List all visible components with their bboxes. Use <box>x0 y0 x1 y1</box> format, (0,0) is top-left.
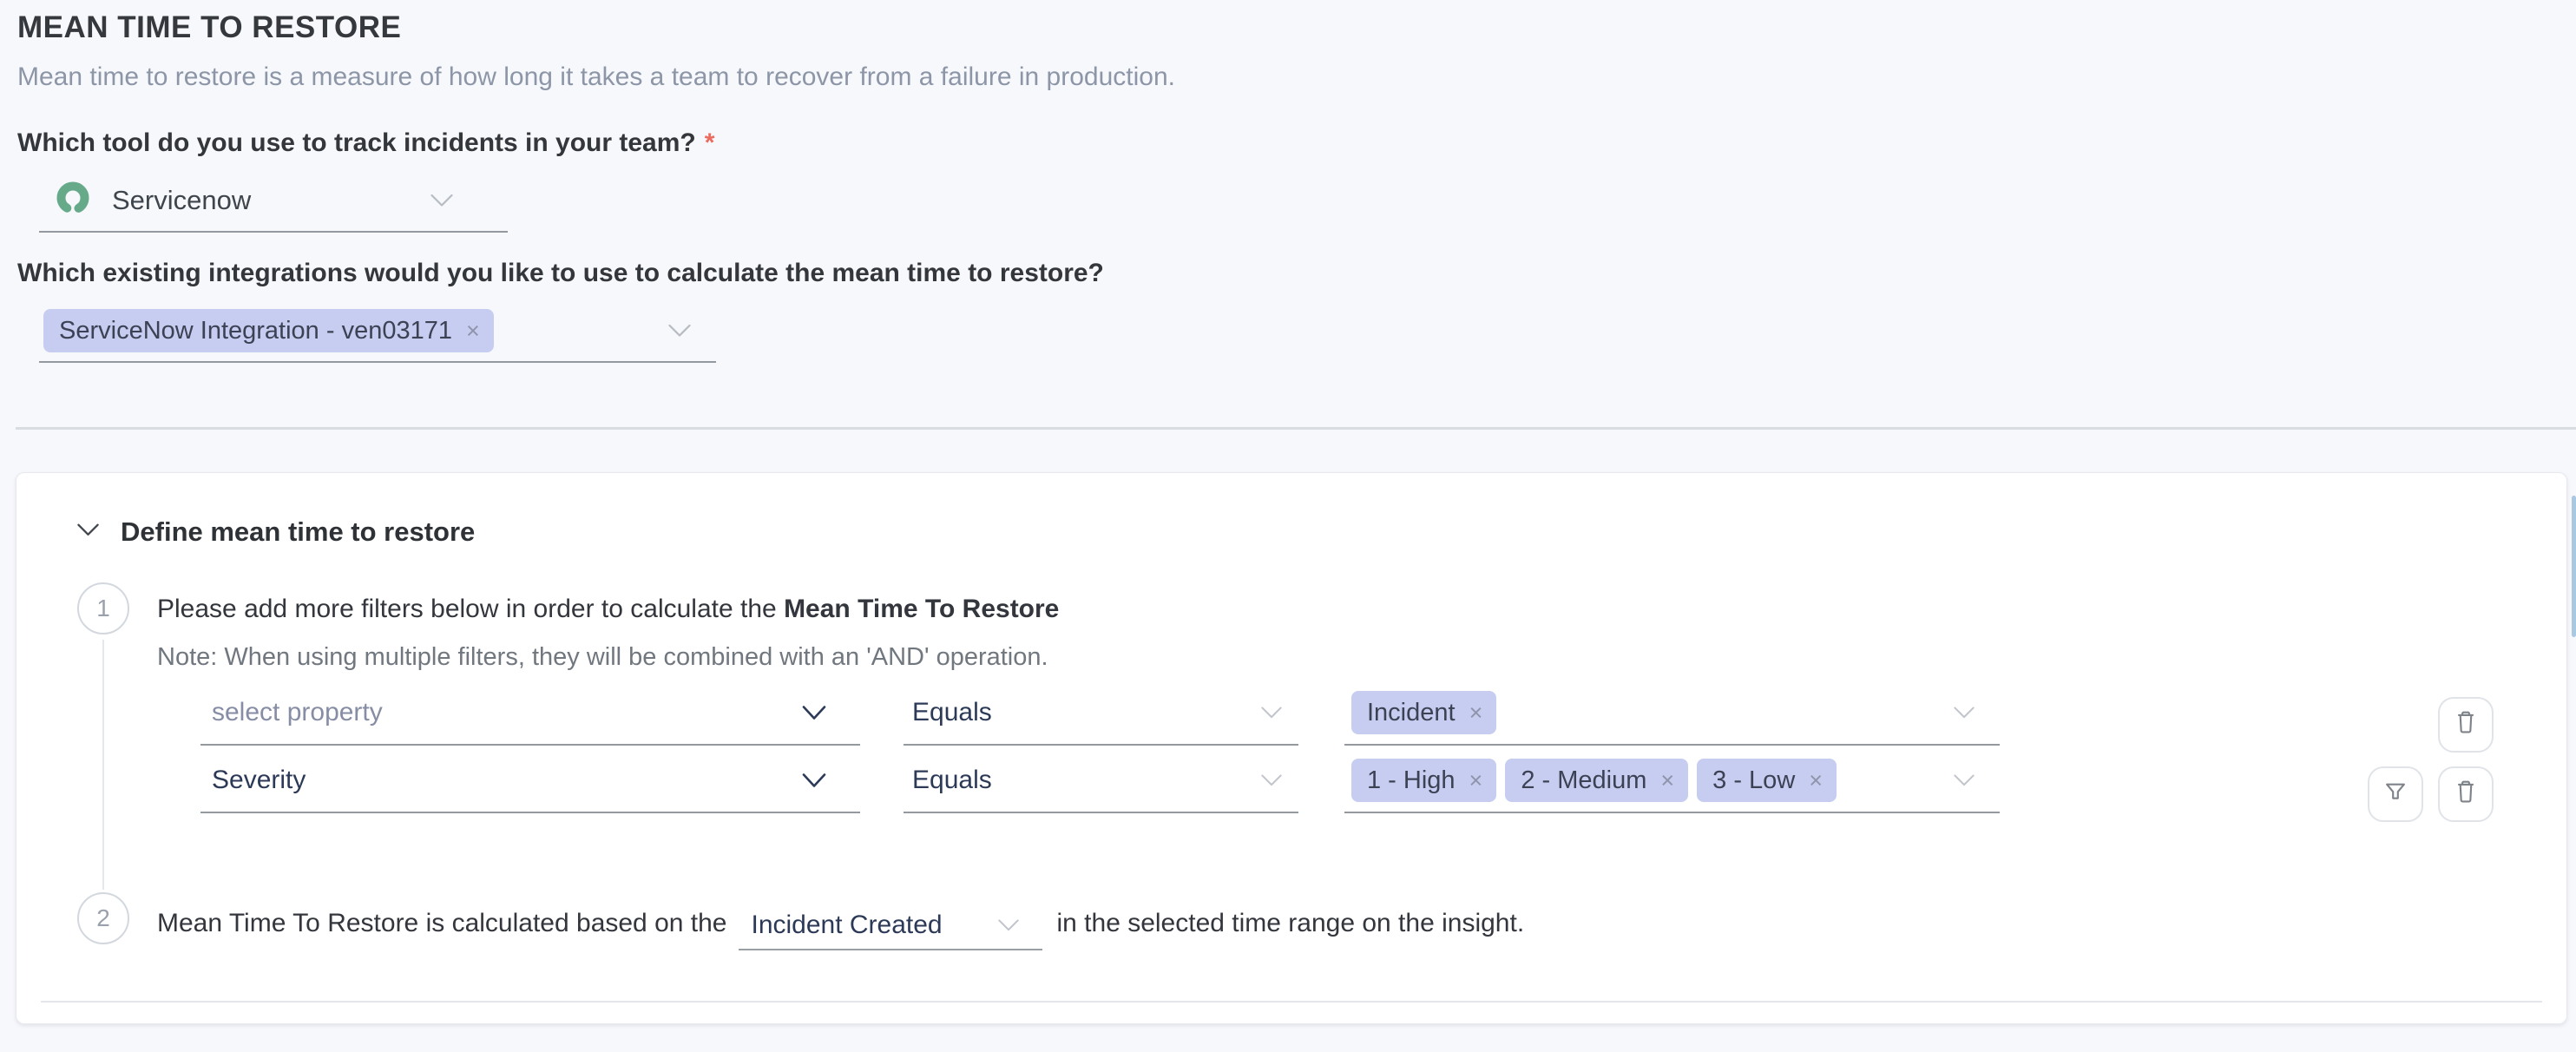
definition-card: Define mean time to restore 1 Please add… <box>16 472 2567 1024</box>
tool-select-value: Servicenow <box>112 185 251 216</box>
mean-time-to-restore-page: MEAN TIME TO RESTORE Mean time to restor… <box>0 0 2576 1052</box>
operator-select-value: Equals <box>912 698 992 727</box>
chip-remove-icon[interactable]: × <box>1469 701 1483 725</box>
trash-icon <box>2452 709 2480 741</box>
chip-remove-icon[interactable]: × <box>1469 769 1483 792</box>
servicenow-logo-icon <box>55 181 91 221</box>
value-chip-label: 1 - High <box>1367 766 1456 795</box>
chevron-down-icon <box>76 523 100 542</box>
page-subtitle: Mean time to restore is a measure of how… <box>17 62 1175 92</box>
step-2-row: Mean Time To Restore is calculated based… <box>157 902 1524 950</box>
filters-list: select property Equals Incident × <box>200 681 2000 817</box>
value-chip-label: 3 - Low <box>1712 766 1795 795</box>
step-2-badge: 2 <box>77 892 129 944</box>
trash-icon <box>2452 779 2480 811</box>
step-1-badge: 1 <box>77 582 129 634</box>
chip-remove-icon[interactable]: × <box>1660 769 1674 792</box>
card-bottom-divider <box>41 1001 2542 1003</box>
step-1-instruction: Please add more filters below in order t… <box>157 595 1059 624</box>
operator-select[interactable]: Equals <box>904 749 1298 813</box>
collapse-toggle[interactable]: Define mean time to restore <box>76 516 475 548</box>
step-1-note: Note: When using multiple filters, they … <box>157 643 1048 672</box>
value-chip: 3 - Low × <box>1697 759 1837 802</box>
funnel-icon <box>2382 779 2409 811</box>
integration-chip-label: ServiceNow Integration - ven03171 <box>59 317 452 345</box>
operator-select-value: Equals <box>912 766 992 795</box>
filter-row: select property Equals Incident × <box>200 681 2000 746</box>
value-chip-label: 2 - Medium <box>1521 766 1646 795</box>
chip-remove-icon[interactable]: × <box>466 319 480 343</box>
filter-values-button[interactable] <box>2368 766 2423 822</box>
integration-chip: ServiceNow Integration - ven03171 × <box>43 309 494 352</box>
chevron-down-icon <box>430 194 454 208</box>
value-chip: Incident × <box>1351 691 1496 734</box>
delete-filter-button[interactable] <box>2438 766 2494 822</box>
panel-title: Define mean time to restore <box>121 516 475 548</box>
property-select-value: Severity <box>212 766 306 795</box>
vertical-scrollbar-thumb[interactable] <box>2572 496 2576 637</box>
value-chip-label: Incident <box>1367 699 1456 727</box>
step-1-instruction-bold: Mean Time To Restore <box>784 595 1059 623</box>
step-2-text-after: in the selected time range on the insigh… <box>1056 902 1524 938</box>
property-select-placeholder: select property <box>212 698 383 727</box>
tool-question-label: Which tool do you use to track incidents… <box>17 128 714 158</box>
step-2-text-before: Mean Time To Restore is calculated based… <box>157 902 726 938</box>
step-connector-line <box>102 640 104 890</box>
value-chip: 1 - High × <box>1351 759 1496 802</box>
tool-select[interactable]: Servicenow <box>39 170 508 233</box>
values-multiselect[interactable]: Incident × <box>1344 681 2000 746</box>
delete-filter-button[interactable] <box>2438 697 2494 753</box>
event-select-value: Incident Created <box>751 911 942 940</box>
value-chip: 2 - Medium × <box>1505 759 1688 802</box>
chevron-down-icon <box>1260 706 1283 720</box>
property-select[interactable]: select property <box>200 681 860 746</box>
chevron-down-icon <box>1953 773 1975 787</box>
chevron-down-icon <box>997 918 1020 932</box>
integrations-question-label: Which existing integrations would you li… <box>17 259 1104 288</box>
filter-row: Severity Equals 1 - High × <box>200 749 2000 813</box>
section-divider <box>16 427 2576 430</box>
chevron-down-icon <box>667 324 692 339</box>
values-multiselect[interactable]: 1 - High × 2 - Medium × 3 - Low × <box>1344 749 2000 813</box>
chip-remove-icon[interactable]: × <box>1809 769 1823 792</box>
required-asterisk: * <box>705 128 715 157</box>
chevron-down-icon <box>1260 773 1283 787</box>
operator-select[interactable]: Equals <box>904 681 1298 746</box>
chevron-down-icon <box>801 705 827 721</box>
property-select[interactable]: Severity <box>200 749 860 813</box>
chevron-down-icon <box>801 773 827 789</box>
page-title: MEAN TIME TO RESTORE <box>17 10 401 45</box>
event-select[interactable]: Incident Created <box>739 902 1042 950</box>
chevron-down-icon <box>1953 706 1975 720</box>
integrations-select[interactable]: ServiceNow Integration - ven03171 × <box>39 300 716 363</box>
